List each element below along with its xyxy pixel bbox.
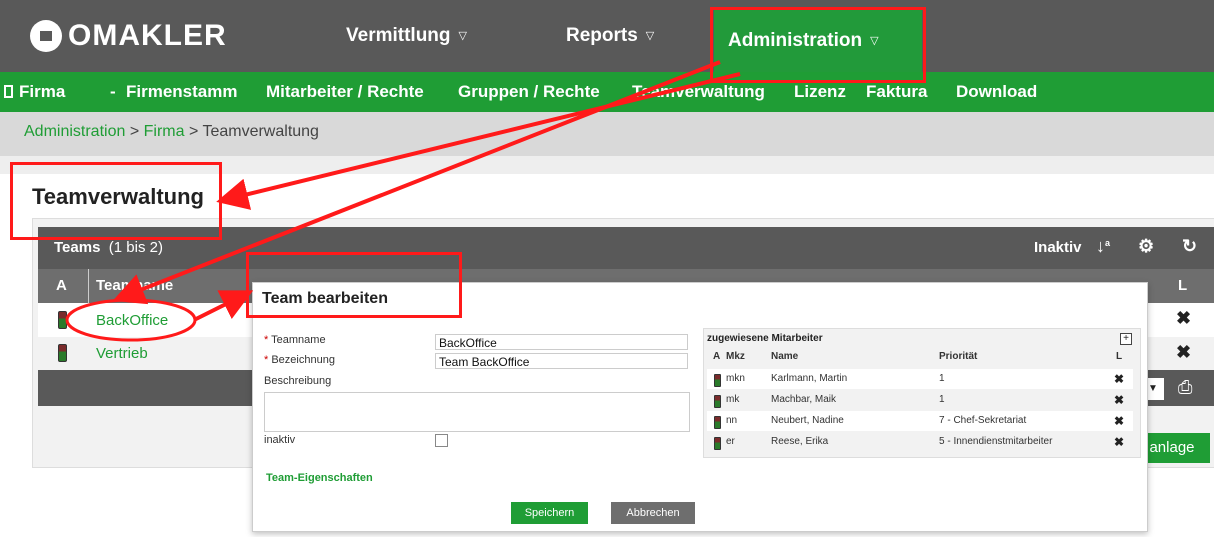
annotation-arrow [193,290,254,322]
annotation-arrows [65,60,741,342]
annotation-arrow [216,72,741,210]
annotation-circle-backoffice [65,298,197,342]
annotation-arrow [112,60,721,305]
